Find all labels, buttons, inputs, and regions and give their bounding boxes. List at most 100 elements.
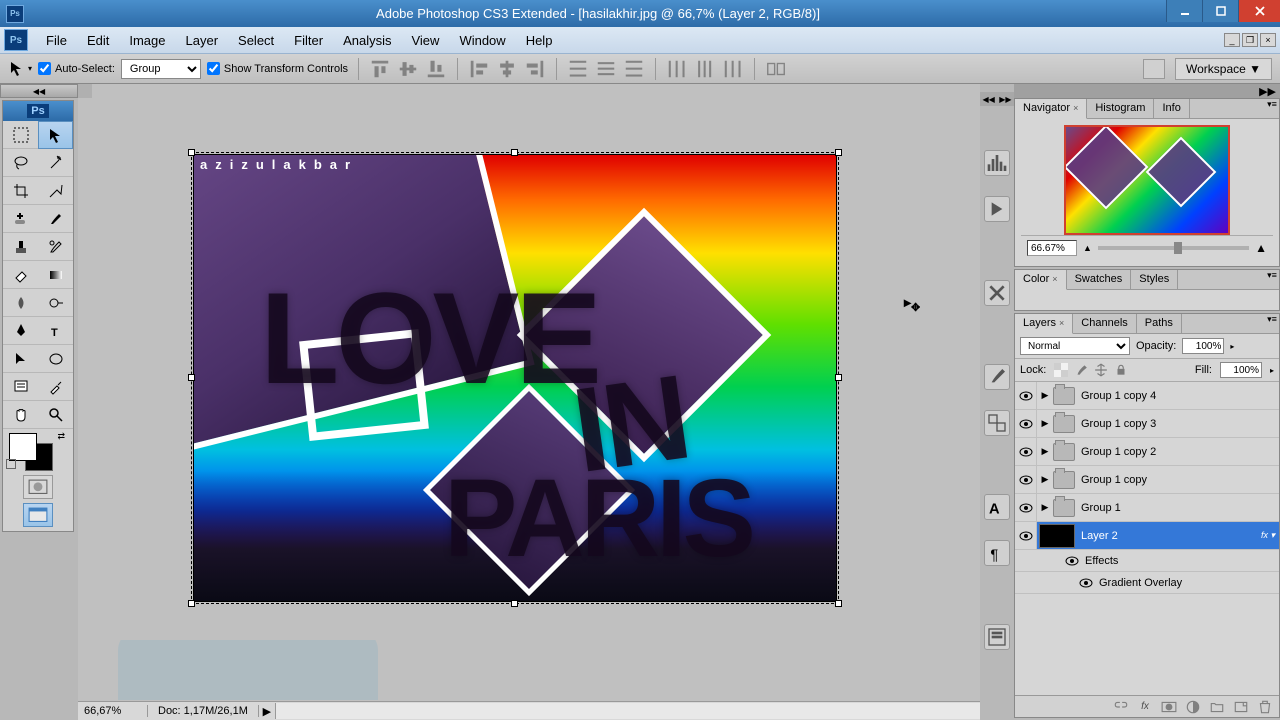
eyedropper-tool[interactable]: [38, 373, 73, 401]
align-right-icon[interactable]: [524, 58, 546, 80]
tab-histogram[interactable]: Histogram: [1087, 99, 1154, 118]
opacity-input[interactable]: [1182, 338, 1224, 354]
layer-name[interactable]: Group 1 copy: [1081, 474, 1279, 486]
menu-window[interactable]: Window: [449, 29, 515, 52]
foreground-color-swatch[interactable]: [9, 433, 37, 461]
menu-file[interactable]: File: [36, 29, 77, 52]
align-left-icon[interactable]: [468, 58, 490, 80]
blend-mode-select[interactable]: Normal: [1020, 337, 1130, 355]
layer-row-selected[interactable]: Layer 2 fx ▾: [1015, 522, 1279, 550]
dock-icon-brushes[interactable]: [984, 364, 1010, 390]
visibility-eye-icon[interactable]: [1019, 475, 1033, 485]
fill-input[interactable]: [1220, 362, 1262, 378]
dock-icon-actions[interactable]: [984, 196, 1010, 222]
tab-paths[interactable]: Paths: [1137, 314, 1182, 333]
tab-swatches[interactable]: Swatches: [1067, 270, 1132, 289]
align-hcenter-icon[interactable]: [496, 58, 518, 80]
slice-tool[interactable]: [38, 177, 73, 205]
layer-row-group[interactable]: ▶ Group 1 copy 3: [1015, 410, 1279, 438]
zoom-in-icon[interactable]: ▲: [1255, 241, 1267, 255]
lock-position-icon[interactable]: [1094, 363, 1108, 377]
shape-tool[interactable]: [38, 345, 73, 373]
visibility-eye-icon[interactable]: [1019, 447, 1033, 457]
show-transform-checkbox[interactable]: Show Transform Controls: [207, 62, 348, 75]
new-layer-icon[interactable]: [1233, 699, 1249, 715]
doc-restore-button[interactable]: ❐: [1242, 33, 1258, 47]
quick-mask-mode-button[interactable]: [23, 475, 53, 499]
lasso-tool[interactable]: [3, 149, 38, 177]
canvas-collapse-handle[interactable]: [78, 84, 92, 98]
dock-icon-histogram[interactable]: [984, 150, 1010, 176]
ps-logo-icon[interactable]: Ps: [4, 29, 28, 51]
healing-brush-tool[interactable]: [3, 205, 38, 233]
pen-tool[interactable]: [3, 317, 38, 345]
hand-tool[interactable]: [3, 401, 38, 429]
panel-menu-button[interactable]: ▾≡: [1265, 270, 1279, 289]
window-minimize-button[interactable]: [1166, 0, 1202, 22]
dock-icon-layer-comps[interactable]: [984, 624, 1010, 650]
distribute-bottom-icon[interactable]: [623, 58, 645, 80]
layer-effect-item[interactable]: Gradient Overlay: [1015, 572, 1279, 594]
tab-info[interactable]: Info: [1154, 99, 1189, 118]
magic-wand-tool[interactable]: [38, 149, 73, 177]
window-maximize-button[interactable]: [1202, 0, 1238, 22]
layer-row-group[interactable]: ▶ Group 1 copy 2: [1015, 438, 1279, 466]
layer-name[interactable]: Group 1: [1081, 502, 1279, 514]
layer-name[interactable]: Group 1 copy 2: [1081, 446, 1279, 458]
clone-stamp-tool[interactable]: [3, 233, 38, 261]
menu-image[interactable]: Image: [119, 29, 175, 52]
expand-arrow-icon[interactable]: ▶: [1037, 418, 1053, 429]
layer-thumbnail[interactable]: [1039, 524, 1075, 548]
auto-select-checkbox[interactable]: Auto-Select:: [38, 62, 115, 75]
visibility-eye-icon[interactable]: [1019, 531, 1033, 541]
opacity-arrow-icon[interactable]: ▸: [1230, 342, 1234, 351]
expand-arrow-icon[interactable]: ▶: [1037, 446, 1053, 457]
tab-channels[interactable]: Channels: [1073, 314, 1136, 333]
menu-select[interactable]: Select: [228, 29, 284, 52]
distribute-top-icon[interactable]: [567, 58, 589, 80]
align-bottom-icon[interactable]: [425, 58, 447, 80]
lock-transparency-icon[interactable]: [1054, 363, 1068, 377]
notes-tool[interactable]: [3, 373, 38, 401]
status-doc-size[interactable]: Doc: 1,17M/26,1M: [148, 705, 259, 717]
lock-all-icon[interactable]: [1114, 363, 1128, 377]
tab-navigator[interactable]: Navigator×: [1015, 99, 1087, 119]
gradient-tool[interactable]: [38, 261, 73, 289]
layer-effects-row[interactable]: Effects: [1015, 550, 1279, 572]
adjustment-layer-icon[interactable]: [1185, 699, 1201, 715]
swap-colors-icon[interactable]: ⇄: [57, 431, 65, 442]
panel-menu-button[interactable]: ▾≡: [1265, 99, 1279, 118]
zoom-tool[interactable]: [38, 401, 73, 429]
distribute-hcenter-icon[interactable]: [694, 58, 716, 80]
default-colors-icon[interactable]: [6, 459, 16, 469]
new-group-icon[interactable]: [1209, 699, 1225, 715]
panel-menu-button[interactable]: ▾≡: [1265, 314, 1279, 333]
layer-name[interactable]: Group 1 copy 3: [1081, 418, 1279, 430]
palette-well-icon[interactable]: [1143, 59, 1165, 79]
blur-tool[interactable]: [3, 289, 38, 317]
history-brush-tool[interactable]: [38, 233, 73, 261]
brush-tool[interactable]: [38, 205, 73, 233]
canvas-area[interactable]: LOVE IN PARIS azizulakbar ▸✥ 66,67% Doc:…: [78, 84, 980, 720]
toolbox-collapse-handle[interactable]: ◀◀: [0, 84, 78, 98]
dock-collapse-handle[interactable]: ◀◀ ▶▶: [980, 92, 1014, 106]
delete-layer-icon[interactable]: [1257, 699, 1273, 715]
link-layers-icon[interactable]: [1113, 699, 1129, 715]
window-close-button[interactable]: [1238, 0, 1280, 22]
type-tool[interactable]: T: [38, 317, 73, 345]
status-menu-arrow[interactable]: ▶: [259, 705, 275, 718]
toolbox-header[interactable]: Ps: [3, 101, 73, 121]
menu-analysis[interactable]: Analysis: [333, 29, 401, 52]
layer-list[interactable]: ▶ Group 1 copy 4 ▶ Group 1 copy 3: [1015, 382, 1279, 695]
current-tool-icon[interactable]: ▾: [8, 59, 32, 79]
layer-name[interactable]: Layer 2: [1081, 530, 1261, 542]
layer-mask-icon[interactable]: [1161, 699, 1177, 715]
distribute-left-icon[interactable]: [666, 58, 688, 80]
menu-view[interactable]: View: [401, 29, 449, 52]
eraser-tool[interactable]: [3, 261, 38, 289]
menu-edit[interactable]: Edit: [77, 29, 119, 52]
status-zoom[interactable]: 66,67%: [78, 705, 148, 717]
marquee-tool[interactable]: [3, 121, 38, 149]
layer-row-group[interactable]: ▶ Group 1 copy: [1015, 466, 1279, 494]
fill-arrow-icon[interactable]: ▸: [1270, 366, 1274, 375]
